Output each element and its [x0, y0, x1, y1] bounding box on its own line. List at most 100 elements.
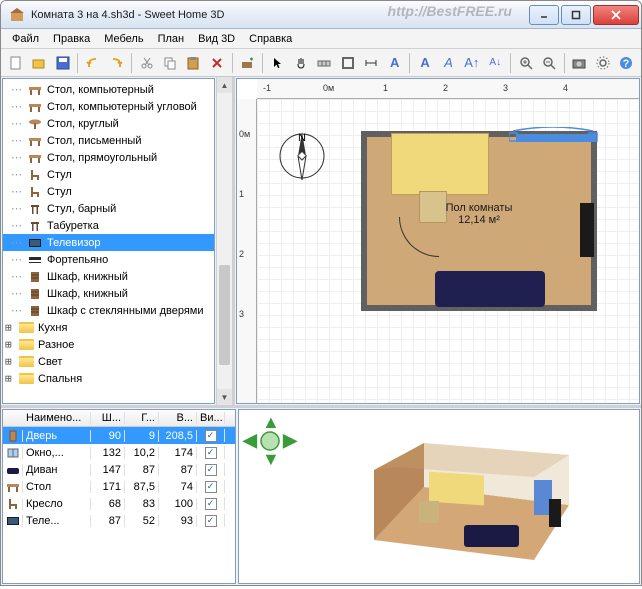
furniture-tv[interactable]	[580, 203, 594, 257]
tree-item[interactable]: ⋯Стул	[3, 166, 214, 183]
visible-checkbox[interactable]: ✓	[205, 515, 217, 527]
maximize-button[interactable]	[561, 5, 591, 25]
tree-item[interactable]: ⋯Стол, компьютерный угловой	[3, 98, 214, 115]
visible-checkbox[interactable]: ✓	[205, 481, 217, 493]
zoom-out-button[interactable]	[538, 52, 559, 74]
tree-item[interactable]: ⋯Стол, круглый	[3, 115, 214, 132]
nav-left[interactable]: ◀	[243, 430, 257, 451]
tree-item[interactable]: ⋯Телевизор	[3, 234, 214, 251]
svg-text:N: N	[298, 132, 306, 144]
italic-button[interactable]: A	[438, 52, 459, 74]
tree-item-label: Шкаф, книжный	[47, 271, 128, 283]
visible-checkbox[interactable]: ✓	[205, 447, 217, 459]
furniture-desk[interactable]	[391, 133, 489, 195]
room-tool[interactable]	[337, 52, 358, 74]
tree-item-label: Стол, круглый	[47, 118, 119, 130]
window-icon	[6, 447, 19, 459]
copy-button[interactable]	[159, 52, 180, 74]
menu-furniture[interactable]: Мебель	[97, 31, 150, 47]
menu-3dview[interactable]: Вид 3D	[191, 31, 242, 47]
3d-view[interactable]: ▲ ▼ ◀ ▶	[238, 409, 640, 584]
close-button[interactable]	[593, 5, 639, 25]
menubar: Файл Правка Мебель План Вид 3D Справка	[1, 29, 641, 49]
tree-folder[interactable]: ⊞Кухня	[3, 319, 214, 336]
select-tool[interactable]	[267, 52, 288, 74]
new-button[interactable]	[5, 52, 26, 74]
tree-scrollbar[interactable]: ▲ ▼	[216, 77, 232, 405]
tree-item[interactable]: ⋯Стол, прямоугольный	[3, 149, 214, 166]
wall-tool[interactable]	[314, 52, 335, 74]
paste-button[interactable]	[183, 52, 204, 74]
undo-button[interactable]	[82, 52, 103, 74]
decrease-font-button[interactable]: A↓	[485, 52, 506, 74]
visible-checkbox[interactable]: ✓	[205, 498, 217, 510]
furniture-table[interactable]: Наимено... Ш... Г... В... Ви... Дверь909…	[2, 409, 236, 584]
menu-help[interactable]: Справка	[242, 31, 299, 47]
tree-folder[interactable]: ⊞Спальня	[3, 370, 214, 387]
floor-plan[interactable]: -10м1234 0м123 N	[236, 78, 640, 404]
menu-edit[interactable]: Правка	[46, 31, 97, 47]
separator	[409, 53, 410, 73]
table-row[interactable]: Окно,...13210,2174✓	[3, 444, 235, 461]
settings-button[interactable]	[592, 52, 613, 74]
tree-item[interactable]: ⋯Шкаф, книжный	[3, 285, 214, 302]
table-row[interactable]: Кресло6883100✓	[3, 495, 235, 512]
furniture-sofa[interactable]	[435, 271, 545, 307]
tree-item[interactable]: ⋯Стул, барный	[3, 200, 214, 217]
nav-right[interactable]: ▶	[283, 430, 297, 451]
table-row[interactable]: Дверь909208,5✓	[3, 427, 235, 444]
visible-checkbox[interactable]: ✓	[205, 464, 217, 476]
tree-item[interactable]: ⋯Стул	[3, 183, 214, 200]
zoom-in-button[interactable]	[515, 52, 536, 74]
save-button[interactable]	[52, 52, 73, 74]
separator	[131, 53, 132, 73]
door-arc[interactable]	[399, 217, 439, 257]
table-icon	[6, 481, 19, 493]
window-controls	[529, 5, 639, 25]
tree-item[interactable]: ⋯Стол, письменный	[3, 132, 214, 149]
menu-plan[interactable]: План	[151, 31, 192, 47]
workspace: ⋯Стол, компьютерный⋯Стол, компьютерный у…	[1, 77, 641, 585]
pan-tool[interactable]	[290, 52, 311, 74]
increase-font-button[interactable]: A↑	[461, 52, 482, 74]
tree-item[interactable]: ⋯Стол, компьютерный	[3, 81, 214, 98]
table-header[interactable]: Наимено... Ш... Г... В... Ви...	[3, 410, 235, 427]
minimize-button[interactable]	[529, 5, 559, 25]
add-furniture-button[interactable]	[237, 52, 258, 74]
3d-room-render[interactable]	[334, 425, 584, 575]
selection-handles[interactable]	[509, 127, 599, 147]
visible-checkbox[interactable]: ✓	[205, 430, 217, 442]
open-button[interactable]	[28, 52, 49, 74]
scroll-up[interactable]: ▲	[217, 77, 232, 93]
table-icon	[27, 151, 43, 165]
table-row[interactable]: Диван1478787✓	[3, 461, 235, 478]
compass-icon[interactable]: N	[275, 129, 329, 183]
photo-button[interactable]	[569, 52, 590, 74]
tree-folder[interactable]: ⊞Разное	[3, 336, 214, 353]
table-row[interactable]: Стол17187,574✓	[3, 478, 235, 495]
tree-item-label: Стол, прямоугольный	[47, 152, 157, 164]
scroll-down[interactable]: ▼	[217, 389, 232, 405]
furniture-catalog-tree[interactable]: ⋯Стол, компьютерный⋯Стол, компьютерный у…	[2, 78, 215, 404]
plan-grid[interactable]: N Пол комнаты 12,14 м²	[257, 99, 639, 403]
delete-button[interactable]	[206, 52, 227, 74]
tree-item[interactable]: ⋯Шкаф, книжный	[3, 268, 214, 285]
nav-down[interactable]: ▼	[262, 449, 280, 470]
shelf-icon	[27, 304, 43, 318]
text-tool[interactable]: A	[384, 52, 405, 74]
separator	[232, 53, 233, 73]
tree-item[interactable]: ⋯Шкаф с стеклянными дверями	[3, 302, 214, 319]
tree-folder[interactable]: ⊞Свет	[3, 353, 214, 370]
room-outline[interactable]: Пол комнаты 12,14 м²	[361, 131, 597, 311]
bold-button[interactable]: A	[414, 52, 435, 74]
menu-file[interactable]: Файл	[5, 31, 46, 47]
dimension-tool[interactable]	[361, 52, 382, 74]
ruler-vertical: 0м123	[237, 99, 257, 403]
cut-button[interactable]	[136, 52, 157, 74]
table-row[interactable]: Теле...875293✓	[3, 512, 235, 529]
tree-item[interactable]: ⋯Табуретка	[3, 217, 214, 234]
tree-folder-label: Спальня	[38, 373, 82, 385]
redo-button[interactable]	[106, 52, 127, 74]
tree-item[interactable]: ⋯Фортепьяно	[3, 251, 214, 268]
help-button[interactable]: ?	[616, 52, 637, 74]
